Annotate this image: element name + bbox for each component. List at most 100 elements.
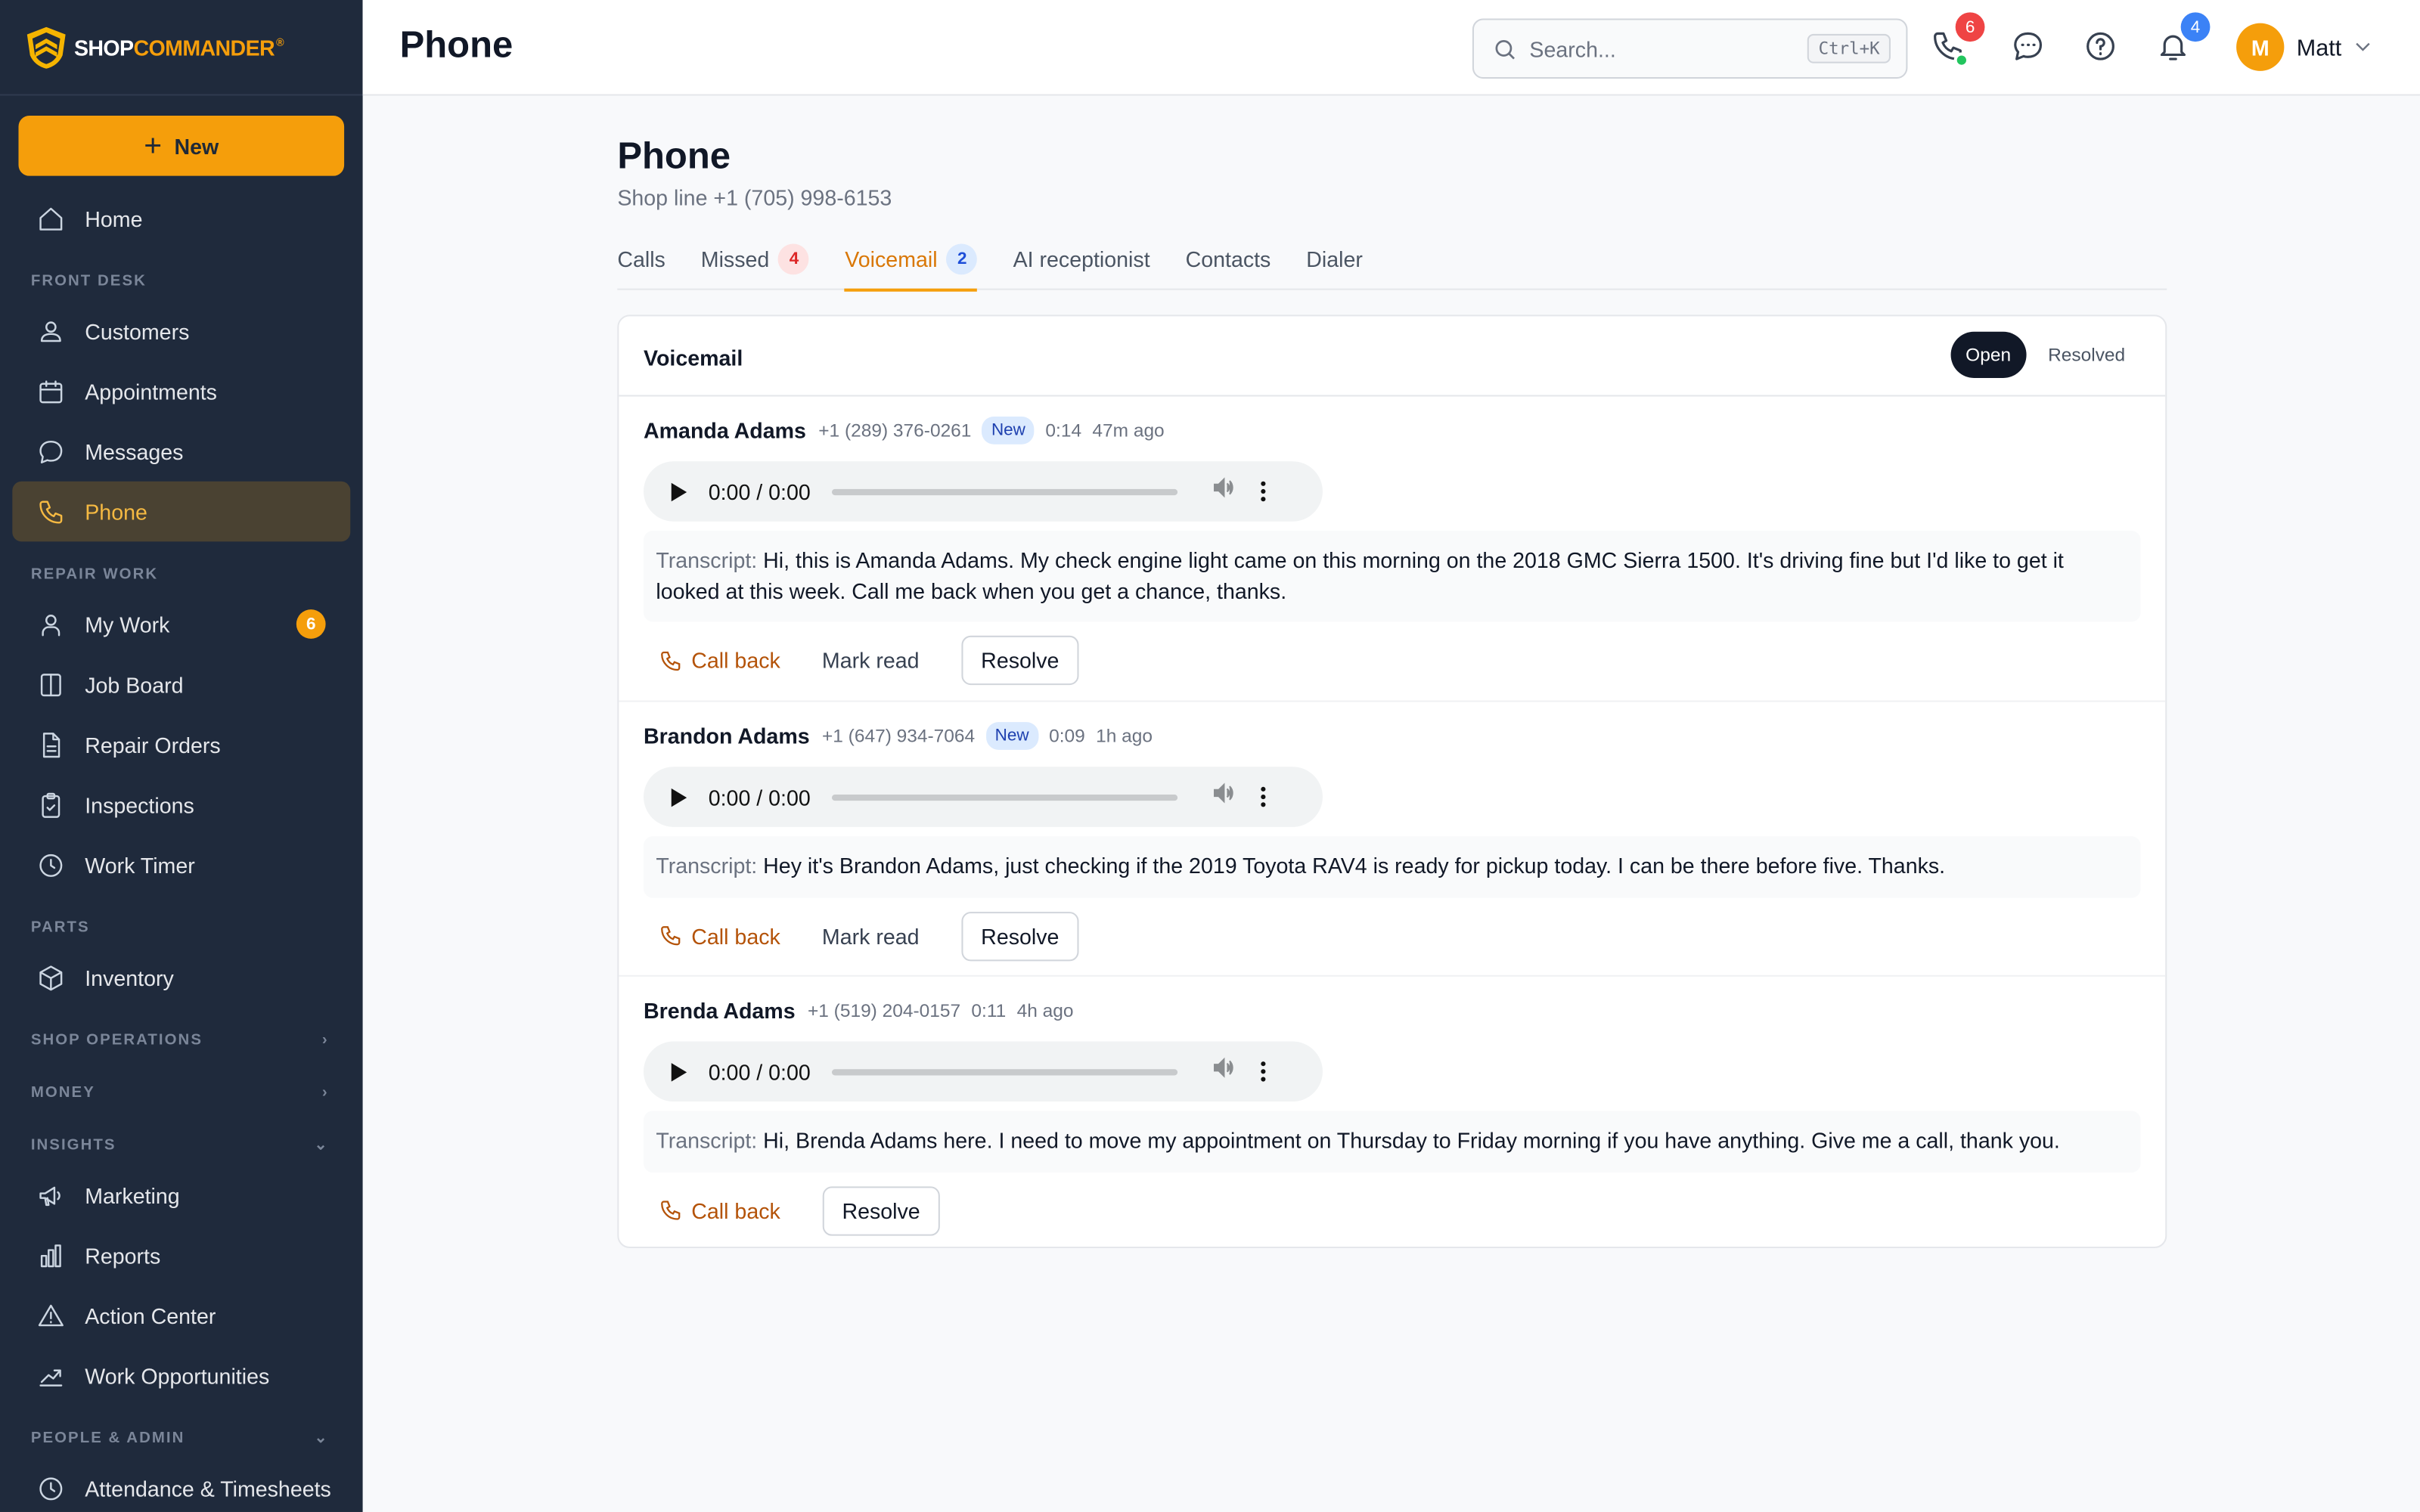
section-insights[interactable]: INSIGHTS ⌄ <box>0 1112 363 1164</box>
new-badge: New <box>985 722 1038 750</box>
section-people-admin[interactable]: PEOPLE & ADMIN ⌄ <box>0 1405 363 1458</box>
chevron-down-icon[interactable] <box>2352 36 2374 57</box>
sidebar-item-label: Job Board <box>85 671 184 697</box>
sidebar-item-appointments[interactable]: Appointments <box>0 361 363 422</box>
calendar-icon <box>37 377 65 405</box>
voicemail-actions: Call back Mark read Resolve <box>644 911 2141 961</box>
mark-read-button[interactable]: Mark read <box>822 648 920 673</box>
section-parts: PARTS <box>30 919 90 936</box>
sidebar-item-attendance[interactable]: Attendance & Timesheets <box>0 1458 363 1512</box>
page-title: Phone <box>617 135 731 178</box>
notifications-button[interactable]: 4 <box>2156 12 2211 67</box>
logo[interactable]: SHOPCOMMANDER ® <box>0 0 363 96</box>
sidebar-item-repair-orders[interactable]: Repair Orders <box>0 714 363 775</box>
sidebar-item-label: Messages <box>85 438 184 464</box>
sidebar-item-label: Inventory <box>85 965 174 990</box>
messages-button[interactable] <box>2011 29 2048 67</box>
card-title: Voicemail <box>644 345 743 370</box>
sidebar-item-inventory[interactable]: Inventory <box>0 947 363 1008</box>
more-options-icon[interactable] <box>1261 481 1266 502</box>
voicemail-actions: Call back Resolve <box>644 1185 2141 1235</box>
call-back-button[interactable]: Call back <box>659 923 780 948</box>
top-bar: Phone Ctrl+K 6 4 M Matt <box>362 0 2420 96</box>
chevron-right-icon: › <box>321 1031 329 1049</box>
sidebar-item-label: Work Opportunities <box>85 1363 270 1388</box>
search-box[interactable]: Ctrl+K <box>1472 18 1908 79</box>
sidebar-item-my-work[interactable]: My Work 6 <box>0 594 363 655</box>
caller-name[interactable]: Brandon Adams <box>644 723 810 748</box>
section-shop-operations[interactable]: SHOP OPERATIONS › <box>0 1008 363 1060</box>
player-time: 0:00 / 0:00 <box>708 784 811 810</box>
shield-logo-icon <box>25 24 67 70</box>
sidebar-item-label: Attendance & Timesheets <box>85 1476 331 1501</box>
voicemail-meta: Brenda Adams +1 (519) 204-0157 0:11 4h a… <box>644 977 2141 1042</box>
tab-voicemail[interactable]: Voicemail 2 <box>845 231 978 292</box>
sidebar-item-label: Customers <box>85 318 190 344</box>
new-button[interactable]: + New <box>18 116 345 176</box>
more-options-icon[interactable] <box>1261 1061 1266 1082</box>
progress-track[interactable] <box>831 1068 1178 1075</box>
voicemail-item: Amanda Adams +1 (289) 376-0261 New 0:14 … <box>619 396 2166 702</box>
tab-calls[interactable]: Calls <box>617 231 666 290</box>
play-icon[interactable] <box>671 787 687 807</box>
transcript-text: Hey it's Brandon Adams, just checking if… <box>763 853 1946 878</box>
sidebar-item-marketing[interactable]: Marketing <box>0 1165 363 1225</box>
user-name[interactable]: Matt <box>2297 36 2342 62</box>
sidebar-item-action-center[interactable]: Action Center <box>0 1285 363 1346</box>
sidebar-item-customers[interactable]: Customers <box>0 301 363 361</box>
filter-open[interactable]: Open <box>1950 331 2027 378</box>
voicemail-time: 47m ago <box>1092 420 1165 442</box>
sidebar-item-job-board[interactable]: Job Board <box>0 654 363 714</box>
call-back-button[interactable]: Call back <box>659 1198 780 1222</box>
sidebar-item-label: Inspections <box>85 792 194 817</box>
caller-name[interactable]: Amanda Adams <box>644 418 806 443</box>
progress-track[interactable] <box>831 488 1178 495</box>
sidebar-item-inspections[interactable]: Inspections <box>0 774 363 835</box>
tab-contacts[interactable]: Contacts <box>1186 231 1271 290</box>
voicemail-meta: Amanda Adams +1 (289) 376-0261 New 0:14 … <box>644 396 2141 461</box>
bar-chart-icon <box>37 1241 65 1269</box>
resolve-button[interactable]: Resolve <box>960 911 1079 961</box>
transcript: Transcript: Hi, this is Amanda Adams. My… <box>644 531 2141 622</box>
mark-read-button[interactable]: Mark read <box>822 923 920 948</box>
call-back-button[interactable]: Call back <box>659 648 780 673</box>
tab-dialer[interactable]: Dialer <box>1306 231 1363 290</box>
tab-missed[interactable]: Missed 4 <box>701 231 810 290</box>
more-options-icon[interactable] <box>1261 786 1266 807</box>
avatar[interactable]: M <box>2236 23 2285 71</box>
phone-count-badge: 6 <box>1955 12 1985 42</box>
sidebar-item-reports[interactable]: Reports <box>0 1225 363 1285</box>
sidebar-item-home[interactable]: Home <box>0 188 363 249</box>
sidebar-item-work-opportunities[interactable]: Work Opportunities <box>0 1346 363 1406</box>
audio-player: 0:00 / 0:00 <box>644 461 1323 522</box>
status-filter: Open Resolved <box>1944 331 2141 378</box>
document-icon <box>37 730 65 758</box>
phone-tabs: Calls Missed 4 Voicemail 2 AI receptionist… <box>617 231 2167 292</box>
play-icon[interactable] <box>671 1062 687 1081</box>
volume-icon[interactable] <box>1212 781 1236 813</box>
voicemail-count-badge: 2 <box>946 243 978 275</box>
progress-track[interactable] <box>831 793 1178 801</box>
caller-name[interactable]: Brenda Adams <box>644 998 796 1023</box>
volume-icon[interactable] <box>1212 476 1236 508</box>
sidebar-item-phone[interactable]: Phone <box>12 481 351 542</box>
sidebar-item-work-timer[interactable]: Work Timer <box>0 835 363 895</box>
play-icon[interactable] <box>671 482 687 501</box>
volume-icon[interactable] <box>1212 1055 1236 1088</box>
phone-icon <box>37 497 65 525</box>
search-shortcut: Ctrl+K <box>1807 33 1891 64</box>
voicemail-meta: Brandon Adams +1 (647) 934-7064 New 0:09… <box>644 702 2141 767</box>
sidebar-item-label: My Work <box>85 612 170 637</box>
search-input[interactable] <box>1529 36 1792 61</box>
filter-resolved[interactable]: Resolved <box>2033 332 2141 378</box>
resolve-button[interactable]: Resolve <box>821 1185 941 1235</box>
user-icon <box>37 610 65 638</box>
tab-ai-receptionist[interactable]: AI receptionist <box>1013 231 1150 290</box>
header-title: Phone <box>399 24 513 67</box>
chevron-down-icon: ⌄ <box>314 1136 329 1154</box>
help-button[interactable] <box>2083 29 2121 67</box>
resolve-button[interactable]: Resolve <box>960 635 1079 686</box>
sidebar-item-messages[interactable]: Messages <box>0 421 363 482</box>
section-money[interactable]: MONEY › <box>0 1060 363 1112</box>
phone-status-button[interactable]: 6 <box>1931 12 1985 68</box>
